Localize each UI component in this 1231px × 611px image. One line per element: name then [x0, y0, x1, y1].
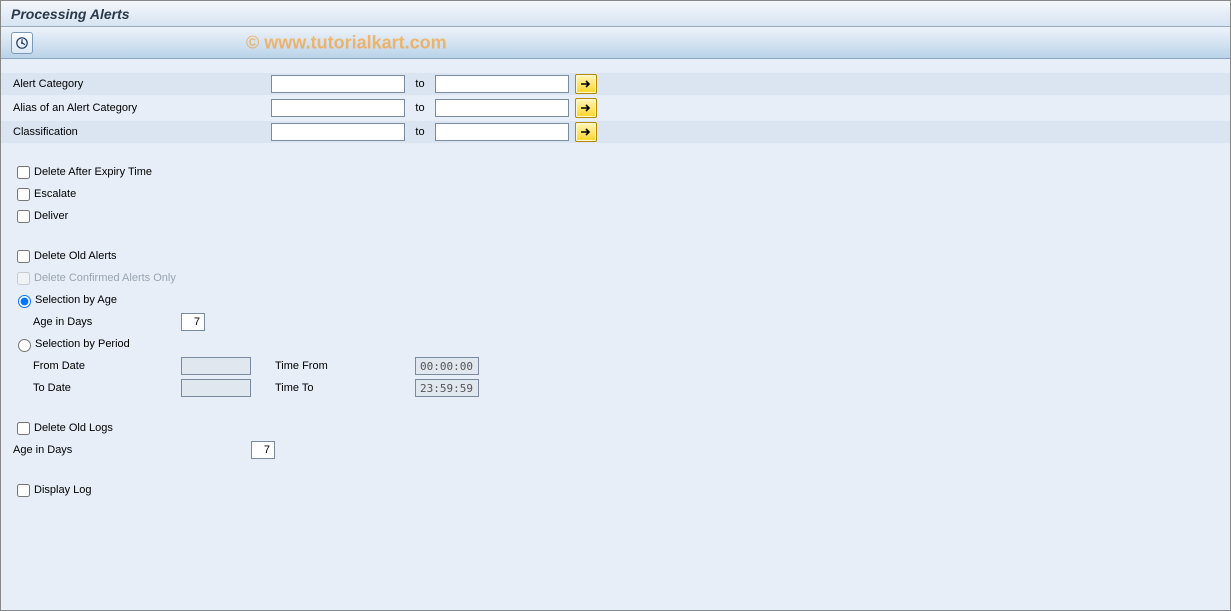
delete-after-expiry-label: Delete After Expiry Time: [34, 166, 152, 178]
options-block-3: Delete Old Logs Age in Days: [1, 417, 1230, 461]
period-grid: From Date Time From To Date Time To: [13, 355, 1230, 399]
toolbar: © www.tutorialkart.com: [1, 27, 1230, 59]
time-from-label: Time From: [275, 360, 415, 372]
to-text: to: [405, 102, 435, 114]
from-date-label: From Date: [33, 360, 181, 372]
time-to-input: [415, 379, 479, 397]
alias-label: Alias of an Alert Category: [1, 102, 271, 114]
to-date-input: [181, 379, 251, 397]
alert-category-label: Alert Category: [1, 78, 271, 90]
age-in-days-label: Age in Days: [33, 316, 181, 328]
range-row-classification: Classification to: [1, 121, 1230, 143]
classification-multi-button[interactable]: [575, 122, 597, 142]
deliver-checkbox[interactable]: [17, 210, 30, 223]
from-date-input: [181, 357, 251, 375]
delete-old-logs-label: Delete Old Logs: [34, 422, 113, 434]
to-date-label: To Date: [33, 382, 181, 394]
arrow-right-icon: [580, 79, 592, 89]
title-bar: Processing Alerts: [1, 1, 1230, 27]
execute-icon: [15, 36, 29, 50]
options-block-4: Display Log: [1, 479, 1230, 501]
range-row-alias: Alias of an Alert Category to: [1, 97, 1230, 119]
classification-label: Classification: [1, 126, 271, 138]
content-area: Alert Category to Alias of an Alert Cate…: [1, 59, 1230, 610]
age-in-days-input[interactable]: [181, 313, 205, 331]
delete-old-logs-checkbox[interactable]: [17, 422, 30, 435]
logs-age-input[interactable]: [251, 441, 275, 459]
range-row-alert-category: Alert Category to: [1, 73, 1230, 95]
alert-category-multi-button[interactable]: [575, 74, 597, 94]
alias-multi-button[interactable]: [575, 98, 597, 118]
selection-by-period-label: Selection by Period: [35, 338, 130, 350]
delete-old-alerts-checkbox[interactable]: [17, 250, 30, 263]
selection-by-period-radio[interactable]: [18, 339, 31, 352]
options-block-1: Delete After Expiry Time Escalate Delive…: [1, 161, 1230, 227]
app-window: Processing Alerts © www.tutorialkart.com…: [0, 0, 1231, 611]
logs-age-label: Age in Days: [13, 444, 251, 456]
delete-after-expiry-checkbox[interactable]: [17, 166, 30, 179]
arrow-right-icon: [580, 127, 592, 137]
arrow-right-icon: [580, 103, 592, 113]
time-from-input: [415, 357, 479, 375]
page-title: Processing Alerts: [11, 6, 130, 22]
selection-by-age-radio[interactable]: [18, 295, 31, 308]
escalate-label: Escalate: [34, 188, 76, 200]
delete-old-alerts-label: Delete Old Alerts: [34, 250, 117, 262]
watermark-text: © www.tutorialkart.com: [246, 32, 447, 53]
alert-category-from-input[interactable]: [271, 75, 405, 93]
selection-by-age-label: Selection by Age: [35, 294, 117, 306]
classification-to-input[interactable]: [435, 123, 569, 141]
execute-button[interactable]: [11, 32, 33, 54]
options-block-2: Delete Old Alerts Delete Confirmed Alert…: [1, 245, 1230, 399]
delete-confirmed-only-label: Delete Confirmed Alerts Only: [34, 272, 176, 284]
alert-category-to-input[interactable]: [435, 75, 569, 93]
display-log-label: Display Log: [34, 484, 91, 496]
delete-confirmed-only-checkbox: [17, 272, 30, 285]
time-to-label: Time To: [275, 382, 415, 394]
deliver-label: Deliver: [34, 210, 68, 222]
classification-from-input[interactable]: [271, 123, 405, 141]
to-text: to: [405, 78, 435, 90]
alias-to-input[interactable]: [435, 99, 569, 117]
escalate-checkbox[interactable]: [17, 188, 30, 201]
to-text: to: [405, 126, 435, 138]
alias-from-input[interactable]: [271, 99, 405, 117]
display-log-checkbox[interactable]: [17, 484, 30, 497]
